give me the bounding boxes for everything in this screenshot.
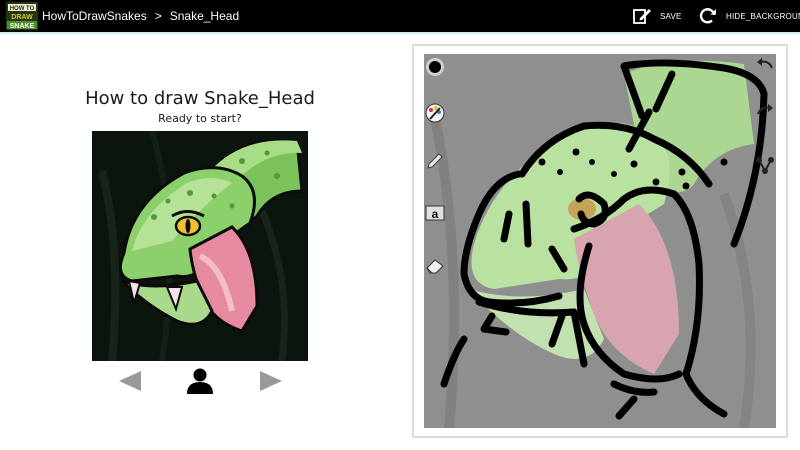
- arrow-left-icon: [119, 371, 141, 391]
- save-label: SAVE: [660, 11, 682, 21]
- reference-image: [92, 131, 308, 361]
- action-bar-divider: [0, 32, 800, 34]
- breadcrumb-app[interactable]: HowToDrawSnakes: [42, 9, 147, 23]
- eraser-button[interactable]: [424, 254, 446, 276]
- brush-size-icon: [426, 58, 444, 76]
- share-button[interactable]: [754, 154, 776, 176]
- next-step-button[interactable]: [258, 370, 284, 392]
- save-note-icon: [632, 7, 652, 25]
- drawing-canvas-frame: a: [412, 44, 788, 438]
- text-tool-icon: a: [425, 205, 445, 221]
- color-picker-button[interactable]: [424, 102, 446, 124]
- redo-icon: [757, 104, 773, 115]
- profile-button[interactable]: [185, 367, 215, 395]
- action-bar: HOW TO DRAW SNAKE HowToDrawSnakes > Snak…: [0, 0, 800, 32]
- hide-background-button[interactable]: HIDE_BACKGROUND: [698, 0, 800, 32]
- breadcrumb-page: Snake_Head: [169, 9, 240, 23]
- app-window: HOW TO DRAW SNAKE HowToDrawSnakes > Snak…: [0, 0, 800, 450]
- logo-line-1: HOW TO: [10, 6, 35, 12]
- text-tool-button[interactable]: a: [424, 202, 446, 224]
- app-logo-icon[interactable]: HOW TO DRAW SNAKE: [6, 2, 38, 30]
- breadcrumb: HowToDrawSnakes > Snake_Head: [42, 0, 239, 32]
- person-icon: [187, 368, 213, 394]
- logo-line-2: DRAW: [11, 14, 33, 21]
- arrow-right-icon: [260, 371, 282, 391]
- hide-background-label: HIDE_BACKGROUND: [726, 11, 800, 21]
- redo-button[interactable]: [754, 100, 776, 122]
- pencil-tool-button[interactable]: [424, 150, 446, 172]
- pencil-icon: [427, 153, 443, 169]
- svg-text:a: a: [432, 207, 439, 221]
- share-icon: [756, 157, 774, 174]
- logo-line-3: SNAKE: [10, 23, 35, 30]
- save-button[interactable]: SAVE: [632, 0, 682, 32]
- color-picker-icon: [425, 103, 445, 123]
- previous-step-button[interactable]: [117, 370, 143, 392]
- lesson-subtitle: Ready to start?: [158, 112, 242, 125]
- breadcrumb-separator: >: [154, 9, 162, 23]
- eraser-icon: [426, 259, 444, 274]
- brush-size-button[interactable]: [424, 56, 446, 78]
- undo-button[interactable]: [754, 54, 776, 76]
- undo-icon: [757, 58, 773, 69]
- refresh-icon: [698, 6, 718, 26]
- drawing-canvas[interactable]: a: [424, 54, 776, 428]
- lesson-title: How to draw Snake_Head: [85, 88, 315, 109]
